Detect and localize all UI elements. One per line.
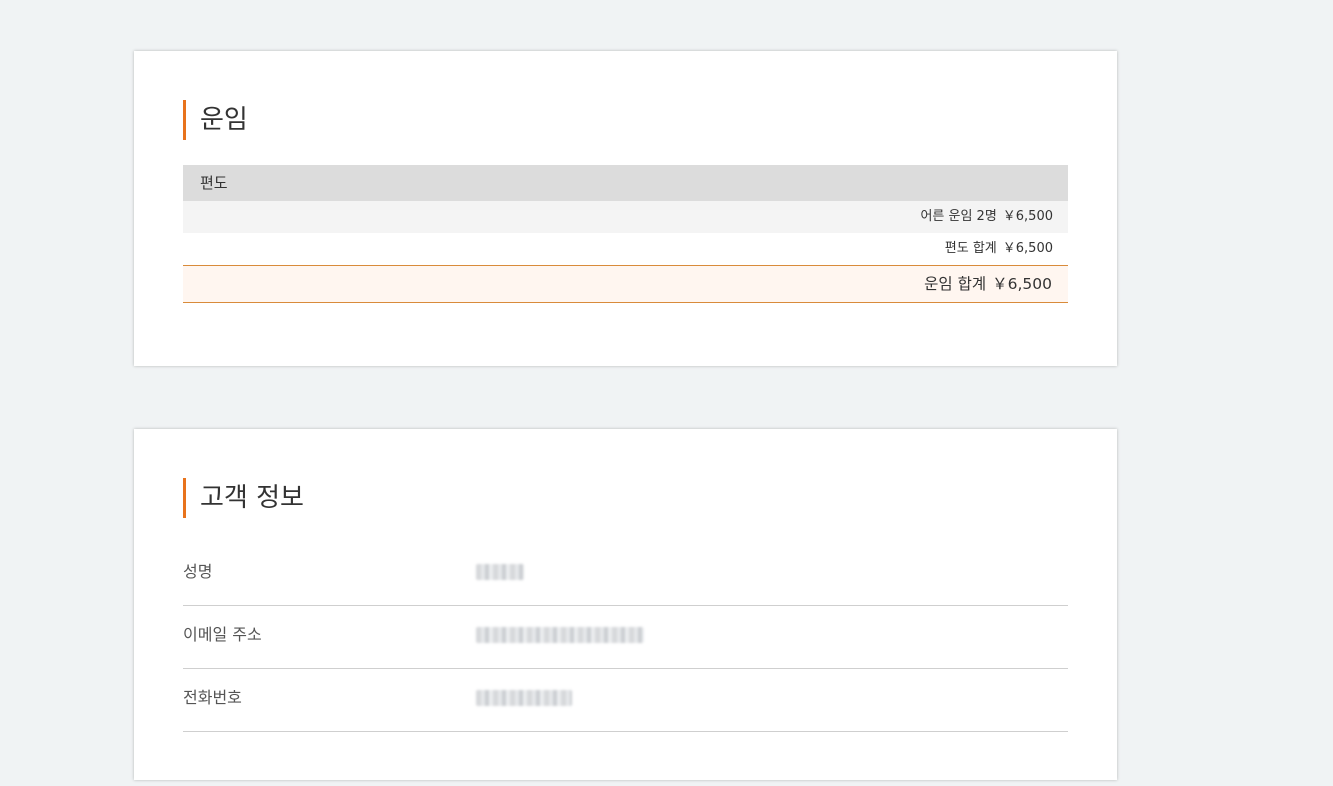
customer-phone-value-redacted: [476, 690, 572, 706]
fare-total-amount: ￥6,500: [992, 275, 1052, 293]
fare-table-header: 편도: [183, 165, 1068, 201]
fare-row-label: 편도 합계: [944, 241, 997, 256]
customer-name-value-redacted: [476, 564, 524, 580]
customer-email-label: 이메일 주소: [183, 625, 262, 644]
customer-name-label: 성명: [183, 562, 213, 581]
customer-phone-row: 전화번호: [183, 669, 1068, 732]
fare-row-label: 어른 운임 2명: [920, 209, 997, 224]
fare-table: 편도 어른 운임 2명 ￥6,500 편도 합계 ￥6,500 운임 합계 ￥6,50…: [183, 165, 1068, 303]
customer-email-value-redacted: [476, 627, 644, 643]
fare-row-amount: ￥6,500: [1002, 209, 1053, 224]
fare-card: 운임 편도 어른 운임 2명 ￥6,500 편도 합계 ￥6,500 운임 합계 ￥6…: [134, 51, 1117, 366]
fare-total-row: 운임 합계 ￥6,500: [183, 265, 1068, 303]
customer-info-list: 성명 이메일 주소 전화번호: [183, 543, 1068, 732]
fare-row-amount: ￥6,500: [1002, 241, 1053, 256]
fare-row-oneway-subtotal: 편도 합계 ￥6,500: [183, 233, 1068, 265]
customer-email-row: 이메일 주소: [183, 606, 1068, 669]
fare-row-adult: 어른 운임 2명 ￥6,500: [183, 201, 1068, 233]
customer-name-row: 성명: [183, 543, 1068, 606]
customer-card: 고객 정보 성명 이메일 주소 전화번호: [134, 429, 1117, 780]
customer-section-title: 고객 정보: [183, 478, 304, 518]
customer-phone-label: 전화번호: [183, 688, 242, 707]
fare-total-label: 운임 합계: [924, 275, 987, 293]
fare-section-title: 운임: [183, 100, 248, 140]
